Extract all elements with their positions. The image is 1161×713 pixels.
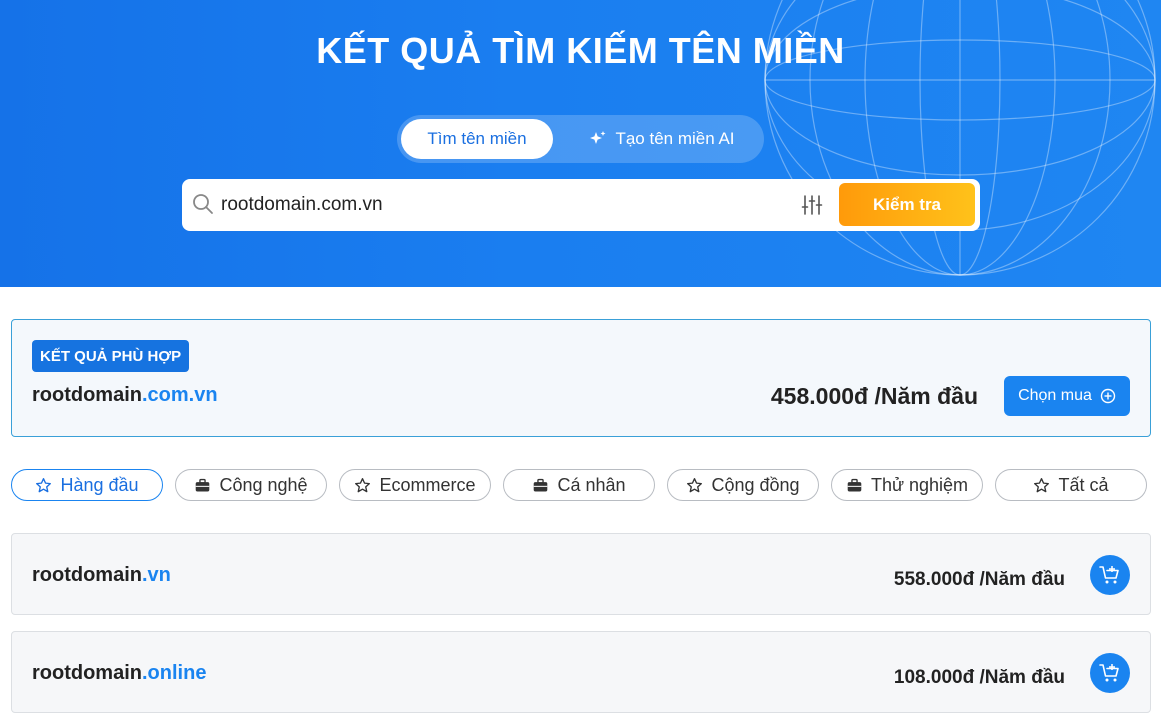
result-price: 108.000đ /Năm đầu xyxy=(893,667,1065,688)
category-label: Thử nghiệm xyxy=(870,474,969,495)
cart-plus-icon xyxy=(1099,664,1119,682)
category-tech[interactable]: Công nghệ xyxy=(175,469,327,501)
star-icon xyxy=(687,477,703,492)
category-label: Ecommerce xyxy=(379,474,476,495)
briefcase-icon xyxy=(534,478,548,491)
result-domain-name: rootdomain xyxy=(32,564,142,586)
result-domain-name: rootdomain xyxy=(32,662,142,684)
add-to-cart-button[interactable] xyxy=(1090,555,1130,595)
star-icon xyxy=(36,477,52,492)
star-icon xyxy=(1034,477,1050,492)
domain-result-row: rootdomain.online 108.000đ /Năm đầu xyxy=(11,631,1151,713)
category-personal[interactable]: Cá nhân xyxy=(503,469,655,501)
category-label: Công nghệ xyxy=(219,474,308,495)
domain-result-row: rootdomain.vn 558.000đ /Năm đầu xyxy=(11,533,1151,615)
result-price: 558.000đ /Năm đầu xyxy=(893,569,1065,590)
briefcase-icon xyxy=(847,478,862,491)
tab-find-domain[interactable]: Tìm tên miền xyxy=(401,119,553,159)
category-community[interactable]: Cộng đồng xyxy=(667,469,819,501)
category-label: Hàng đầu xyxy=(60,474,139,495)
search-mode-switch: Tìm tên miền Tạo tên miền AI xyxy=(397,115,764,163)
buy-button-label: Chọn mua xyxy=(1018,387,1092,404)
category-label: Cộng đồng xyxy=(711,474,800,495)
page-title: KẾT QUẢ TÌM KIẾM TÊN MIỀN xyxy=(316,30,845,71)
match-badge: KẾT QUẢ PHÙ HỢP xyxy=(32,340,190,372)
category-ecommerce[interactable]: Ecommerce xyxy=(339,469,491,501)
filter-sliders-icon[interactable] xyxy=(801,194,823,216)
cart-plus-icon xyxy=(1099,566,1119,584)
category-label: Tất cả xyxy=(1058,474,1109,495)
tab-ai-label: Tạo tên miền AI xyxy=(615,129,735,148)
category-all[interactable]: Tất cả xyxy=(995,469,1147,501)
result-domain: rootdomain.vn xyxy=(32,564,171,587)
result-domain-tld: .online xyxy=(142,662,207,684)
result-domain: rootdomain.online xyxy=(32,662,206,685)
plus-circle-icon xyxy=(1100,388,1116,404)
match-domain-tld: .com.vn xyxy=(142,384,218,406)
match-domain: rootdomain.com.vn xyxy=(32,384,218,407)
add-to-cart-button[interactable] xyxy=(1090,653,1130,693)
star-icon xyxy=(355,477,371,492)
result-domain-tld: .vn xyxy=(142,564,171,586)
category-experimental[interactable]: Thử nghiệm xyxy=(831,469,983,501)
search-icon xyxy=(193,194,213,214)
sparkle-icon xyxy=(590,131,606,144)
match-result-card xyxy=(11,319,1151,437)
briefcase-icon xyxy=(196,478,210,491)
category-top[interactable]: Hàng đầu xyxy=(11,469,163,501)
buy-button[interactable]: Chọn mua xyxy=(1004,376,1130,416)
category-label: Cá nhân xyxy=(557,474,626,495)
match-domain-name: rootdomain xyxy=(32,384,142,406)
search-input[interactable] xyxy=(221,186,781,224)
check-button[interactable]: Kiểm tra xyxy=(839,183,975,226)
match-price: 458.000đ /Năm đầu xyxy=(770,383,978,409)
tab-ai-domain[interactable]: Tạo tên miền AI xyxy=(567,119,757,159)
